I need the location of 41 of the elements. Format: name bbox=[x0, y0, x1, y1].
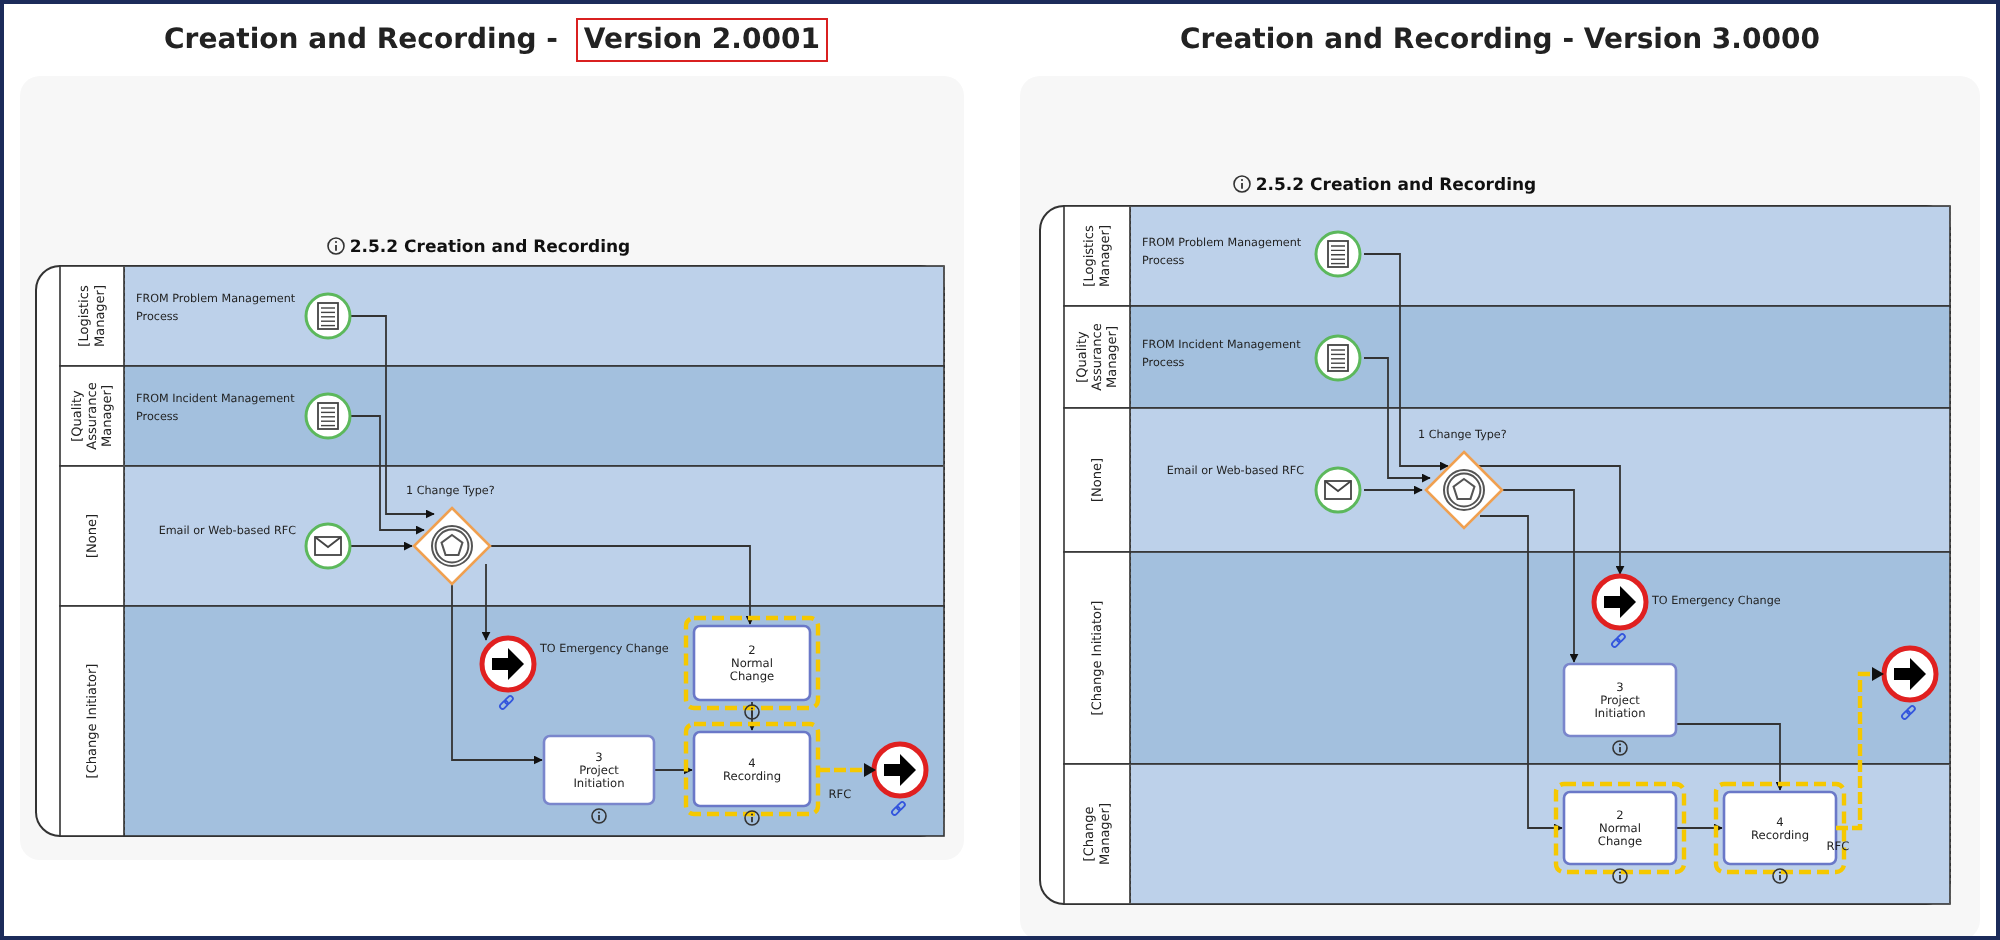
connector-arrow bbox=[653, 765, 693, 775]
event-gateway[interactable] bbox=[412, 506, 492, 586]
info-icon bbox=[744, 704, 760, 720]
message-start-event[interactable] bbox=[304, 522, 352, 570]
info-icon bbox=[1233, 175, 1251, 193]
link-icon[interactable] bbox=[1610, 632, 1627, 649]
task-box[interactable] bbox=[1562, 790, 1678, 866]
document-start-event[interactable] bbox=[1314, 230, 1362, 278]
highlight-frame bbox=[1713, 781, 1847, 875]
task-box[interactable] bbox=[1562, 662, 1678, 738]
highlight-frame bbox=[683, 721, 821, 817]
highlighted-version-text: Version 2.0001 bbox=[575, 18, 828, 62]
link-icon[interactable] bbox=[1900, 704, 1917, 721]
message-start-event[interactable] bbox=[1314, 466, 1362, 514]
lane-header bbox=[1063, 305, 1131, 409]
info-icon bbox=[1612, 868, 1628, 884]
highlight-frame bbox=[683, 615, 821, 711]
panel-title: Creation and Recording - bbox=[162, 22, 560, 60]
info-icon bbox=[744, 810, 760, 826]
highlight-frame bbox=[1553, 781, 1687, 875]
diagram-title: 2.5.2 Creation and Recording bbox=[349, 238, 631, 258]
info-icon bbox=[327, 237, 345, 255]
link-icon[interactable] bbox=[498, 694, 515, 711]
connector-arrow bbox=[747, 701, 757, 731]
document-start-event[interactable] bbox=[304, 392, 352, 440]
task-box[interactable] bbox=[692, 730, 812, 808]
lane-header bbox=[59, 365, 125, 467]
link-icon[interactable] bbox=[890, 800, 907, 817]
event-gateway[interactable] bbox=[1424, 450, 1504, 530]
panel-title: Creation and Recording - Version 3.0000 bbox=[1178, 22, 1822, 60]
connector-arrow bbox=[1675, 723, 1785, 791]
diagram-title: 2.5.2 Creation and Recording bbox=[1255, 176, 1537, 196]
document-start-event[interactable] bbox=[304, 292, 352, 340]
connector-arrow bbox=[1675, 823, 1723, 833]
info-icon bbox=[1612, 740, 1628, 756]
info-icon bbox=[1772, 868, 1788, 884]
task-box[interactable] bbox=[542, 734, 656, 806]
document-start-event[interactable] bbox=[1314, 334, 1362, 382]
info-icon bbox=[591, 808, 607, 824]
task-box[interactable] bbox=[692, 624, 812, 702]
connector-arrow bbox=[349, 541, 413, 551]
